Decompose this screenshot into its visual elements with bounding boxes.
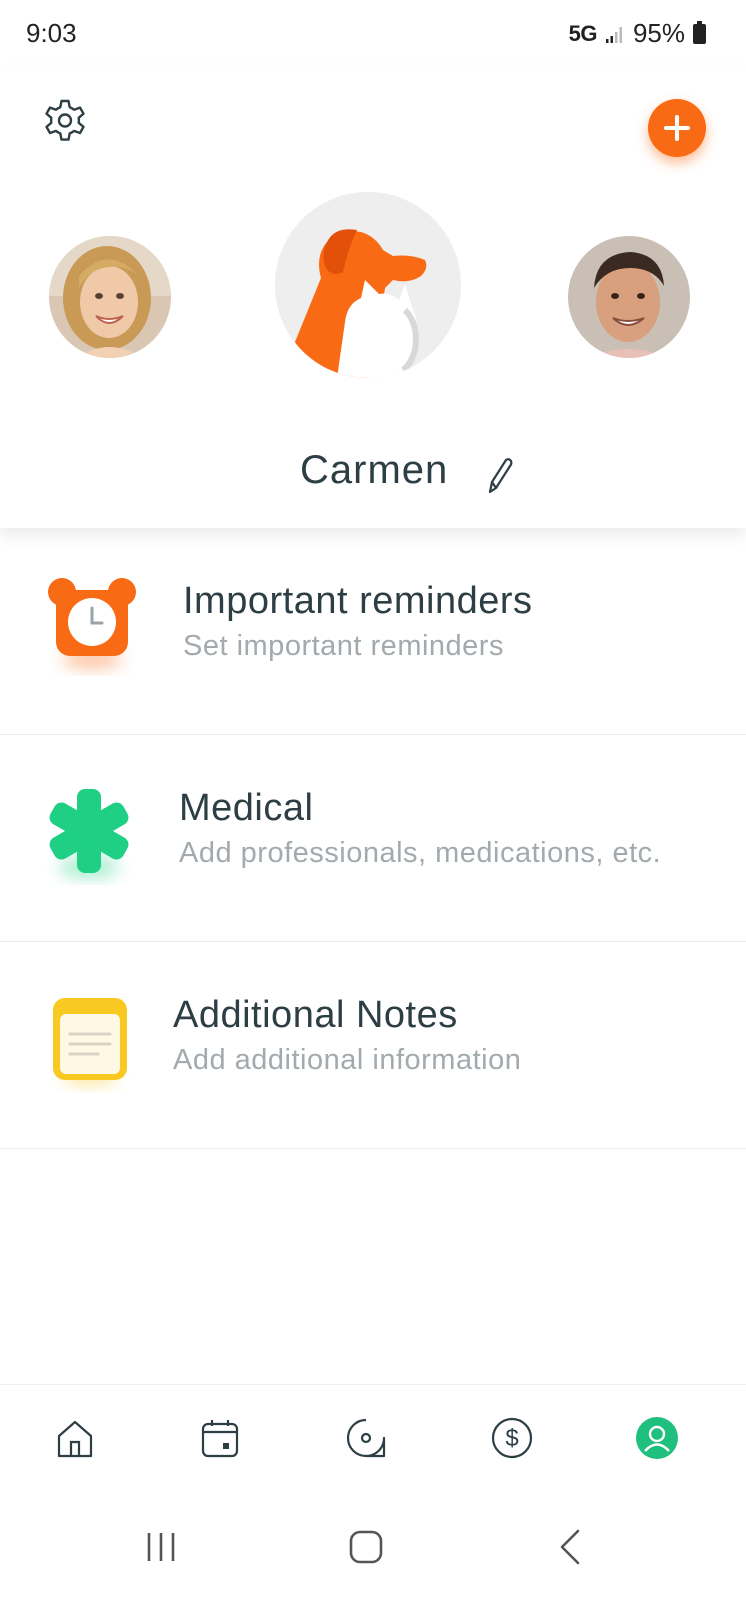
- row-title: Additional Notes: [173, 994, 458, 1036]
- battery-icon: [693, 20, 706, 44]
- back-button[interactable]: [546, 1522, 596, 1572]
- profile-icon: [636, 1417, 678, 1459]
- home-button-icon: [349, 1530, 383, 1564]
- recents-icon: [147, 1533, 175, 1561]
- tab-calendar[interactable]: [195, 1413, 245, 1463]
- row-subtitle: Set important reminders: [183, 630, 504, 662]
- row-title: Medical: [179, 787, 314, 829]
- man-photo: [568, 236, 690, 358]
- tab-home[interactable]: [50, 1413, 100, 1463]
- status-bar: 9:03 5G 95%: [0, 0, 746, 66]
- profile-header: Carmen: [0, 66, 746, 528]
- svg-text:$: $: [505, 1425, 518, 1452]
- notes-icon: [50, 996, 130, 1097]
- status-time: 9:03: [26, 18, 77, 48]
- status-indicators: 5G 95%: [569, 18, 706, 49]
- bottom-tab-bar: $: [0, 1384, 746, 1492]
- recents-button[interactable]: [136, 1522, 186, 1572]
- dollar-icon: $: [491, 1417, 533, 1459]
- tab-finance[interactable]: $: [487, 1413, 537, 1463]
- location-icon: [346, 1418, 386, 1458]
- list-item-additional-notes[interactable]: Additional Notes Add additional informat…: [0, 942, 746, 1149]
- network-type: 5G: [568, 20, 598, 46]
- pencil-icon: [488, 458, 513, 494]
- home-system-button[interactable]: [341, 1522, 391, 1572]
- back-icon: [560, 1529, 580, 1565]
- avatar-woman[interactable]: [49, 236, 171, 358]
- home-icon: [57, 1420, 93, 1458]
- tab-location[interactable]: [341, 1413, 391, 1463]
- section-list: Important reminders Set important remind…: [0, 528, 746, 1149]
- settings-button[interactable]: [38, 96, 92, 150]
- alarm-clock-icon: [46, 576, 138, 681]
- avatar-pet[interactable]: [275, 192, 461, 378]
- medical-asterisk-icon: [44, 785, 134, 890]
- battery-percent: 95%: [632, 18, 685, 48]
- signal-icon: [605, 26, 622, 43]
- plus-icon: [664, 115, 690, 141]
- gear-icon: [45, 99, 85, 141]
- system-nav-bar: [0, 1492, 746, 1600]
- edit-name-button[interactable]: [484, 456, 514, 496]
- tab-profile[interactable]: [632, 1413, 682, 1463]
- list-item-important-reminders[interactable]: Important reminders Set important remind…: [0, 528, 746, 735]
- pet-name: Carmen: [300, 448, 449, 492]
- dog-cat-icon: [275, 192, 461, 378]
- pet-name-row: Carmen: [0, 448, 746, 508]
- list-item-medical[interactable]: Medical Add professionals, medications, …: [0, 735, 746, 942]
- avatar-man[interactable]: [568, 236, 690, 358]
- row-subtitle: Add professionals, medications, etc.: [179, 837, 662, 869]
- woman-photo: [49, 236, 171, 358]
- calendar-icon: [201, 1420, 239, 1458]
- row-title: Important reminders: [183, 580, 533, 622]
- row-subtitle: Add additional information: [173, 1044, 522, 1076]
- add-profile-button[interactable]: [648, 99, 706, 157]
